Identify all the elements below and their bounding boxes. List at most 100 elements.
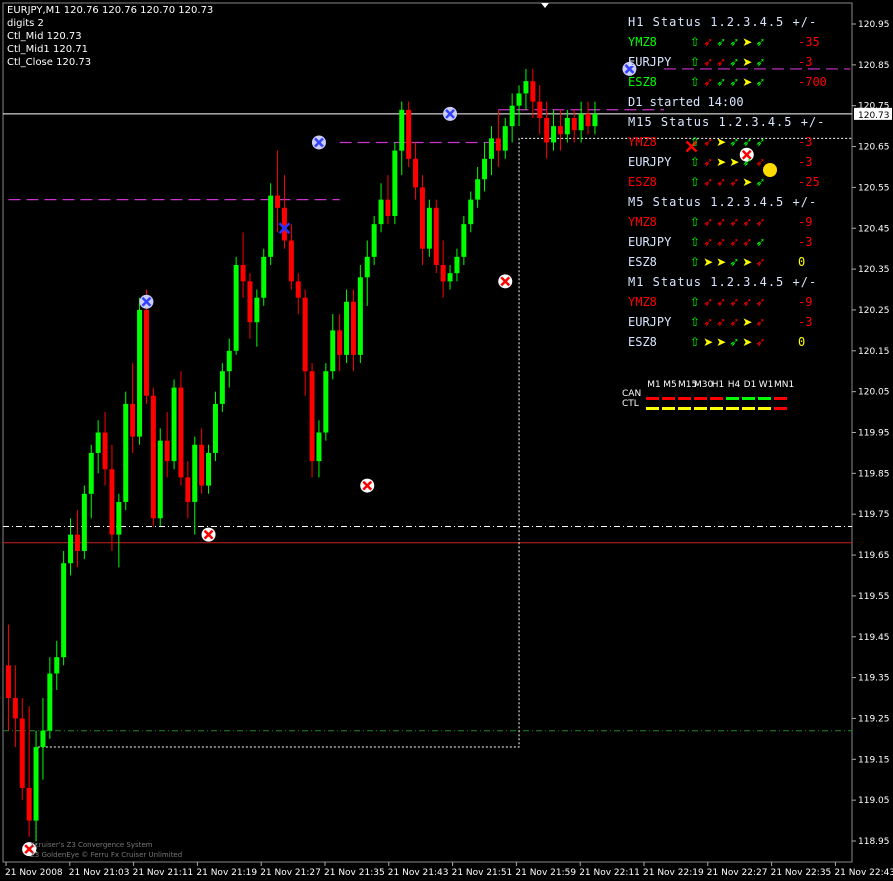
m5-status-title: M5 Status 1.2.3.4.5 +/- [628,195,818,209]
trend-arrow-icon: ⇧ [690,295,704,309]
x-tick-label-4: 21 Nov 21:27 [260,868,321,878]
candle-body-54 [378,199,384,225]
timeframe-label: MN1 [774,380,795,390]
trend-arrow-icon: ➶ [729,55,743,69]
trend-arrow-icon: ➶ [716,55,730,69]
x-tick-label-9: 21 Nov 22:11 [579,868,640,878]
candle-body-42 [295,281,301,298]
candle-body-15 [109,469,115,535]
digits-label: digits 2 [7,18,44,29]
candle-body-45 [316,432,322,462]
trend-arrow-icon: ➤ [742,335,756,349]
trend-arrow-icon: ➶ [703,135,717,149]
candle-body-60 [419,187,425,249]
x-tick-label-7: 21 Nov 21:51 [452,868,513,878]
delta-value: -3 [798,135,813,149]
candle-body-70 [488,138,494,159]
trend-arrow-icon: ➶ [742,215,756,229]
candle-body-29 [206,452,212,486]
trend-arrow-icon: ➶ [755,335,769,349]
h1-row-0: YMZ8 ⇧➶➶➶➤➶ -35 [628,32,858,52]
candle-body-48 [337,330,343,355]
y-tick-label-11: 119.85 [858,469,890,479]
ctl-bar-0 [646,407,659,410]
trend-arrow-icon: ➶ [703,35,717,49]
y-tick-label-3: 120.65 [858,143,890,153]
trend-arrow-icon: ➶ [755,155,769,169]
trend-arrow-icon: ⇧ [690,255,704,269]
delta-value: -35 [798,35,820,49]
candle-body-3 [26,787,32,821]
delta-value: 0 [798,255,806,269]
candle-body-63 [440,265,446,282]
candle-body-85 [592,113,598,127]
candle-body-78 [544,117,550,143]
candle-body-81 [564,117,570,135]
trend-arrow-icon: ➶ [729,315,743,329]
y-tick-label-15: 119.45 [858,633,890,643]
trend-arrow-icon: ➤ [742,55,756,69]
ctl-bar-1 [662,407,675,410]
trend-arrow-icon: ➶ [716,215,730,229]
symbol-label: YMZ8 [628,215,657,229]
trend-arrows: ⇧➶➤➤➶➶ [690,152,768,172]
trend-arrow-icon: ➶ [703,175,717,189]
candle-body-34 [240,265,246,282]
trend-arrows: ⇧➤➤➶➤➶ [690,252,768,272]
y-tick-label-13: 119.65 [858,551,890,561]
trend-arrow-icon: ➶ [742,155,756,169]
candle-body-79 [551,126,557,143]
candle-body-27 [192,444,198,502]
x-tick-label-1: 21 Nov 21:03 [69,868,130,878]
can-row: CAN [620,389,790,400]
trend-arrow-icon: ➶ [703,295,717,309]
symbol-label: ESZ8 [628,75,657,89]
trend-arrow-icon: ➤ [716,255,730,269]
candle-body-84 [585,113,591,127]
delta-value: -700 [798,75,827,89]
m5-row-0: YMZ8 ⇧➶➶➶➶➶ -9 [628,212,858,232]
symbol-label: YMZ8 [628,135,657,149]
candle-body-37 [261,256,267,298]
trend-arrows: ⇧➶➶➶➶➶ [690,232,768,252]
y-tick-label-14: 119.55 [858,592,890,602]
trend-arrows: ⇧➶➶➶➤➶ [690,312,768,332]
candle-body-40 [281,207,287,241]
ctl-mid-label: Ctl_Mid 120.73 [7,31,82,42]
candle-body-65 [454,256,460,274]
trend-arrows: ⇧➶➶➶➶➶ [690,292,768,312]
ctl-bar-3 [694,407,707,410]
candle-body-19 [137,309,143,437]
candle-body-30 [212,403,218,453]
m15-row-0: YMZ8 ⇧➶➤➶➶➶ -3 [628,132,858,152]
ctl-bar-4 [710,407,723,410]
trend-arrow-icon: ➤ [716,335,730,349]
trend-arrow-icon: ⇧ [690,35,704,49]
delta-value: -9 [798,295,813,309]
delta-value: -3 [798,315,813,329]
ctl-bar-7 [758,407,771,410]
trend-arrow-icon: ➶ [755,175,769,189]
m1-row-2: ESZ8 ⇧➤➤➶➤➶ 0 [628,332,858,352]
trend-arrows: ⇧➶➶➶➤➶ [690,32,768,52]
trend-arrow-icon: ➶ [716,295,730,309]
symbol-label: YMZ8 [628,35,657,49]
y-tick-label-5: 120.45 [858,224,890,234]
trend-arrows: ⇧➤➤➶➤➶ [690,332,768,352]
trend-arrow-icon: ➶ [729,75,743,89]
timeframe-label: M5 [663,380,677,390]
candle-body-82 [571,117,577,131]
timeframe-label: W1 [758,380,774,390]
trend-arrow-icon: ➤ [742,315,756,329]
trend-arrow-icon: ⇧ [690,75,704,89]
y-tick-label-17: 119.25 [858,714,890,724]
m1-status-title: M1 Status 1.2.3.4.5 +/- [628,275,818,289]
trend-arrow-icon: ➶ [729,255,743,269]
timeframe-label: D1 [743,380,757,390]
y-tick-label-6: 120.35 [858,265,890,275]
candle-body-43 [302,297,308,372]
h1-status-title: H1 Status 1.2.3.4.5 +/- [628,15,818,29]
m15-row-2: ESZ8 ⇧➶➶➶➤➶ -25 [628,172,858,192]
trend-arrow-icon: ➶ [716,315,730,329]
candle-body-74 [516,93,522,106]
